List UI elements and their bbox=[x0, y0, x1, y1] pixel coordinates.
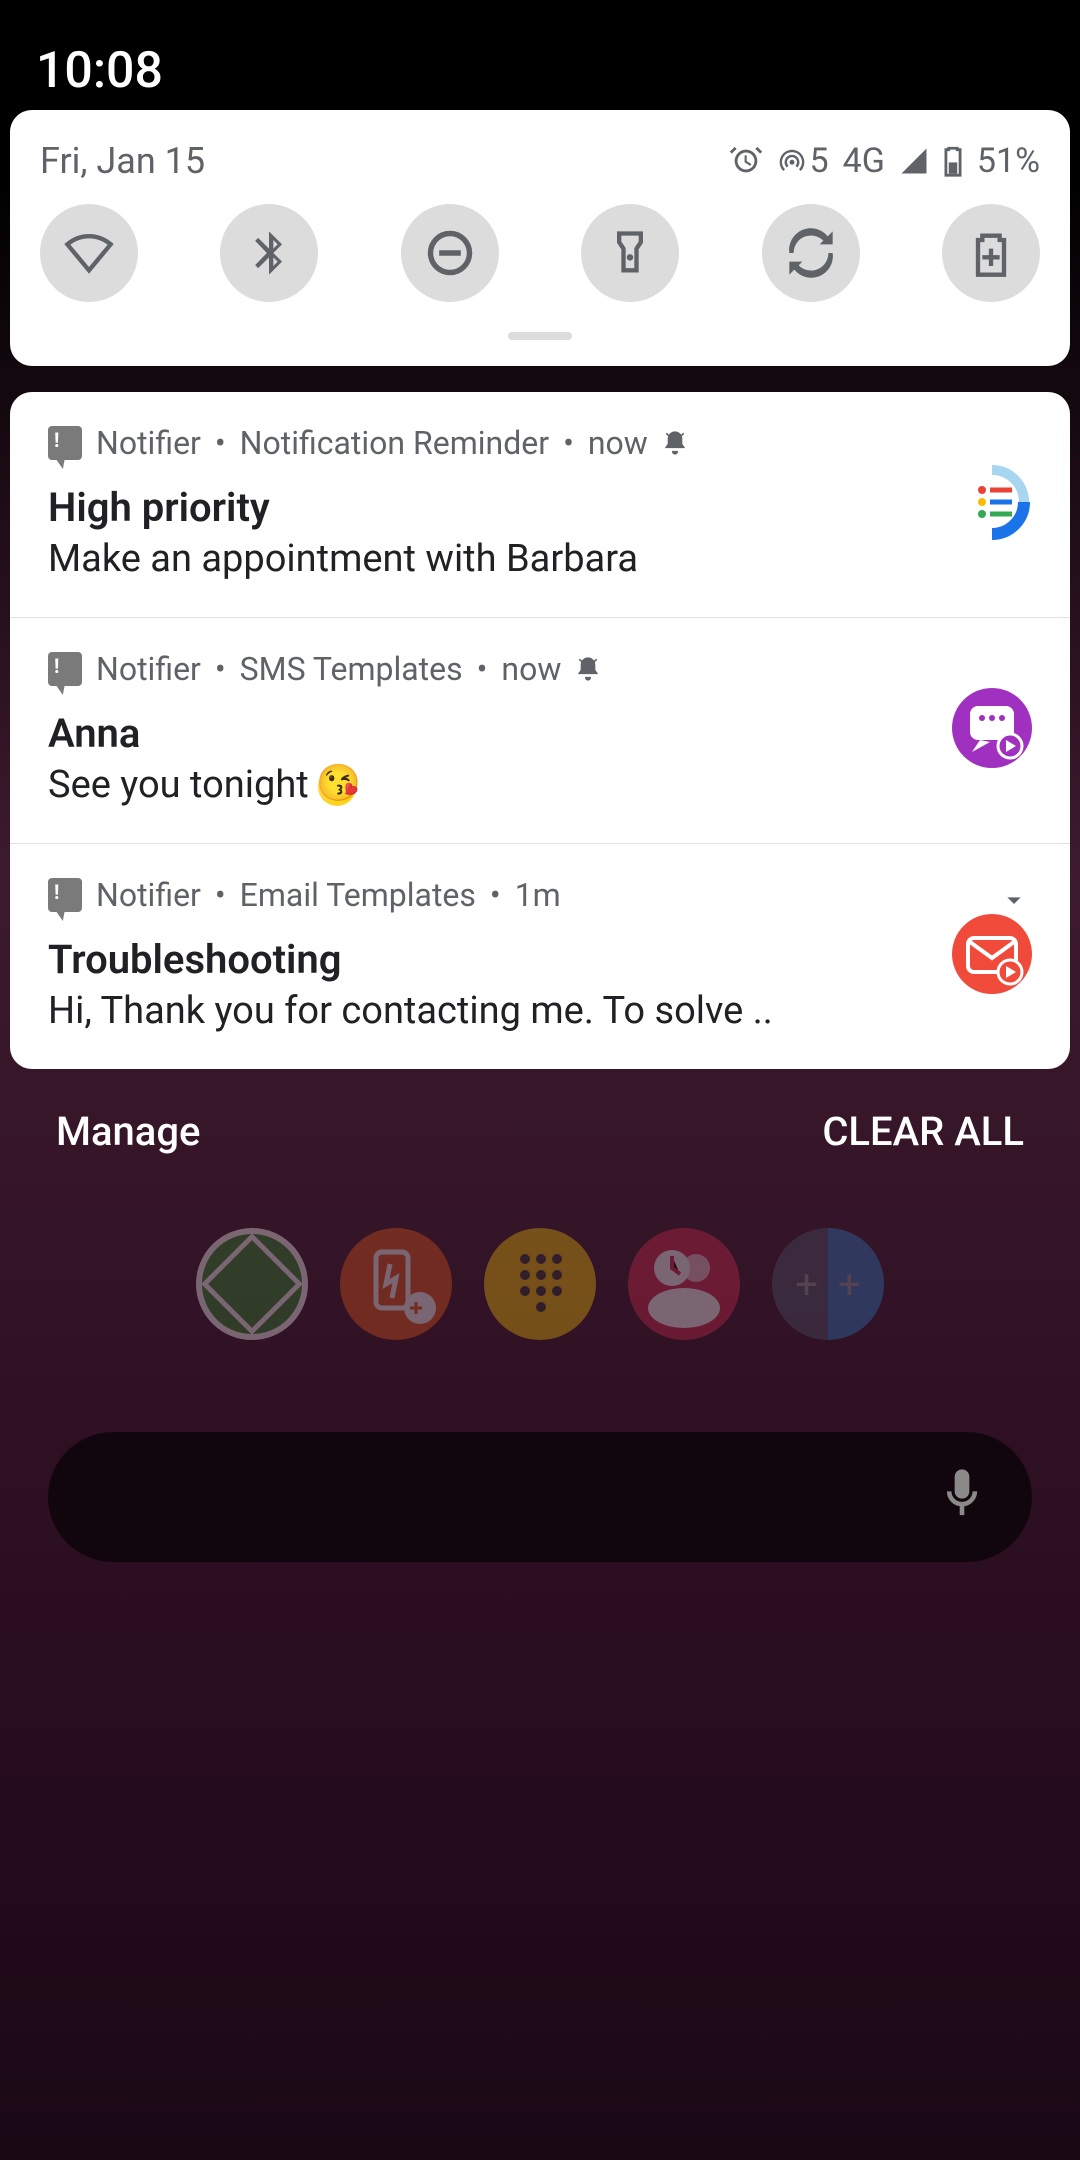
dnd-icon bbox=[424, 227, 476, 279]
email-app-badge bbox=[952, 914, 1032, 994]
notification-item[interactable]: Notifier • Notification Reminder • now H… bbox=[10, 392, 1070, 617]
network-label: 4G bbox=[843, 141, 885, 181]
dock-app-5[interactable]: ++ bbox=[772, 1228, 884, 1340]
signal-icon bbox=[899, 146, 929, 176]
chevron-down-icon[interactable] bbox=[998, 884, 1030, 916]
battery-saver-icon bbox=[965, 227, 1017, 279]
notification-meta: Notifier • Notification Reminder • now bbox=[48, 424, 1032, 462]
notifier-app-icon bbox=[48, 652, 82, 686]
battery-saver-toggle[interactable] bbox=[942, 204, 1040, 302]
dock-app-3[interactable] bbox=[484, 1228, 596, 1340]
dnd-toggle[interactable] bbox=[401, 204, 499, 302]
kiss-emoji bbox=[318, 768, 356, 806]
bluetooth-toggle[interactable] bbox=[220, 204, 318, 302]
battery-icon bbox=[943, 144, 963, 178]
hotspot-icon bbox=[777, 146, 807, 176]
flashlight-icon bbox=[604, 227, 656, 279]
bluetooth-icon bbox=[243, 227, 295, 279]
status-bar-clock: 10:08 bbox=[36, 42, 163, 100]
rotation-toggle[interactable] bbox=[762, 204, 860, 302]
notification-source: Email Templates bbox=[240, 876, 476, 914]
notification-group: Notifier • Notification Reminder • now H… bbox=[10, 392, 1070, 1069]
notification-source: SMS Templates bbox=[240, 650, 463, 688]
notification-body: Hi, Thank you for contacting me. To solv… bbox=[48, 989, 1032, 1033]
flashlight-toggle[interactable] bbox=[581, 204, 679, 302]
notifier-app-icon bbox=[48, 426, 82, 460]
notification-item[interactable]: Notifier • SMS Templates • now Anna See … bbox=[10, 617, 1070, 843]
bell-alert-icon bbox=[575, 656, 601, 682]
notification-time: now bbox=[501, 650, 561, 688]
notification-body: Make an appointment with Barbara bbox=[48, 537, 1032, 581]
notification-item[interactable]: Notifier • Email Templates • 1m Troubles… bbox=[10, 843, 1070, 1069]
dock-app-2[interactable] bbox=[340, 1228, 452, 1340]
sms-app-badge bbox=[952, 688, 1032, 768]
search-bar[interactable] bbox=[48, 1432, 1032, 1562]
rotation-icon bbox=[785, 227, 837, 279]
dock-app-4[interactable] bbox=[628, 1228, 740, 1340]
notification-time: 1m bbox=[515, 876, 561, 914]
notification-time: now bbox=[588, 424, 648, 462]
qs-toggles-row bbox=[40, 204, 1040, 302]
notification-title: Anna bbox=[48, 710, 1032, 757]
notification-source: Notification Reminder bbox=[240, 424, 549, 462]
reminder-app-badge bbox=[952, 462, 1032, 542]
notification-title: Troubleshooting bbox=[48, 936, 1032, 983]
wifi-toggle[interactable] bbox=[40, 204, 138, 302]
alarm-icon bbox=[729, 144, 763, 178]
dialpad-icon bbox=[510, 1254, 570, 1314]
notification-body: See you tonight bbox=[48, 763, 1032, 807]
notification-meta: Notifier • Email Templates • 1m bbox=[48, 876, 1032, 914]
app-name: Notifier bbox=[96, 650, 201, 688]
notification-actions: Manage CLEAR ALL bbox=[0, 1108, 1080, 1155]
bell-alert-icon bbox=[662, 430, 688, 456]
app-name: Notifier bbox=[96, 424, 201, 462]
status-icons: 5 4G 51% bbox=[729, 141, 1040, 181]
notifier-app-icon bbox=[48, 878, 82, 912]
home-dock: ++ bbox=[0, 1228, 1080, 1340]
notification-title: High priority bbox=[48, 484, 1032, 531]
dock-app-1[interactable] bbox=[196, 1228, 308, 1340]
hotspot-status: 5 bbox=[777, 141, 828, 181]
battery-percent: 51% bbox=[977, 141, 1040, 181]
app-name: Notifier bbox=[96, 876, 201, 914]
expand-handle[interactable] bbox=[508, 332, 572, 340]
quick-settings-panel: Fri, Jan 15 5 4G 51% bbox=[10, 110, 1070, 366]
wifi-icon bbox=[63, 227, 115, 279]
notification-meta: Notifier • SMS Templates • now bbox=[48, 650, 1032, 688]
qs-date[interactable]: Fri, Jan 15 bbox=[40, 140, 205, 182]
qs-header: Fri, Jan 15 5 4G 51% bbox=[40, 140, 1040, 182]
mic-icon[interactable] bbox=[940, 1465, 984, 1529]
manage-button[interactable]: Manage bbox=[56, 1108, 200, 1155]
clear-all-button[interactable]: CLEAR ALL bbox=[822, 1108, 1024, 1155]
